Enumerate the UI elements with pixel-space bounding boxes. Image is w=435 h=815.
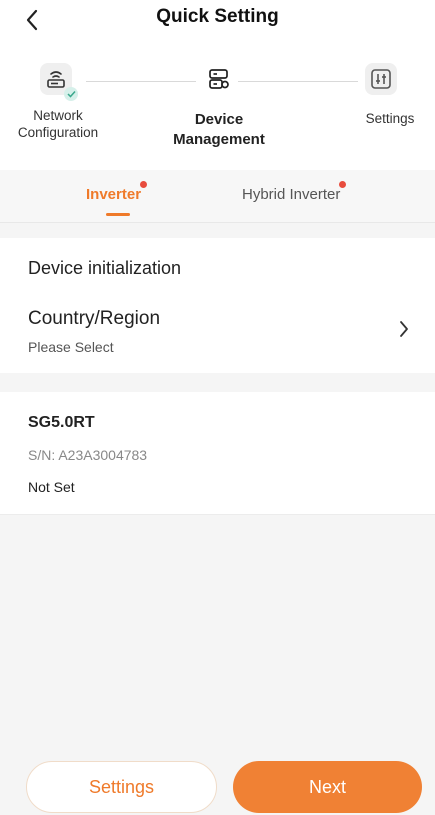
device-card[interactable]: SG5.0RT S/N: A23A3004783 Not Set bbox=[0, 392, 435, 515]
step-label-line: Management bbox=[173, 131, 265, 148]
step-label-network: Network Configuration bbox=[0, 107, 116, 141]
step-label-line: Configuration bbox=[17, 125, 99, 140]
page-title: Quick Setting bbox=[156, 6, 279, 27]
device-type-tabs: Inverter Hybrid Inverter bbox=[0, 170, 435, 223]
step-label-line: Device bbox=[194, 111, 244, 128]
setup-stepper: Network Configuration Device Management bbox=[0, 55, 435, 165]
tab-label: Hybrid Inverter bbox=[242, 186, 341, 203]
active-tab-indicator bbox=[106, 213, 130, 216]
device-status: Not Set bbox=[28, 479, 75, 495]
sliders-icon bbox=[371, 69, 391, 89]
step-label-settings: Settings bbox=[352, 110, 428, 127]
notification-dot bbox=[339, 181, 347, 188]
router-icon bbox=[47, 71, 65, 88]
step-connector bbox=[86, 81, 196, 82]
next-button[interactable]: Next bbox=[233, 761, 422, 813]
chevron-right-icon bbox=[400, 321, 408, 337]
device-model: SG5.0RT bbox=[28, 414, 95, 431]
step-device-icon bbox=[203, 63, 235, 95]
tab-label: Inverter bbox=[86, 186, 142, 203]
notification-dot bbox=[140, 181, 148, 188]
initialization-card: Device initialization Country/Region Ple… bbox=[0, 238, 435, 373]
country-region-value: Please Select bbox=[28, 339, 114, 355]
settings-button[interactable]: Settings bbox=[26, 761, 217, 813]
step-label-line: Settings bbox=[365, 111, 415, 126]
step-label-line: Network bbox=[33, 108, 83, 123]
step-network-icon bbox=[40, 63, 78, 101]
device-serial: S/N: A23A3004783 bbox=[28, 447, 148, 463]
country-region-label: Country/Region bbox=[28, 308, 161, 329]
step-label-device: Device Management bbox=[160, 110, 278, 150]
device-icon bbox=[209, 69, 229, 89]
step-connector bbox=[238, 81, 358, 82]
section-heading: Device initialization bbox=[28, 258, 182, 278]
step-settings-icon bbox=[365, 63, 397, 95]
tab-inverter[interactable]: Inverter bbox=[86, 181, 148, 203]
check-icon bbox=[64, 87, 78, 101]
header: Quick Setting bbox=[0, 0, 435, 40]
tab-hybrid-inverter[interactable]: Hybrid Inverter bbox=[242, 181, 347, 203]
